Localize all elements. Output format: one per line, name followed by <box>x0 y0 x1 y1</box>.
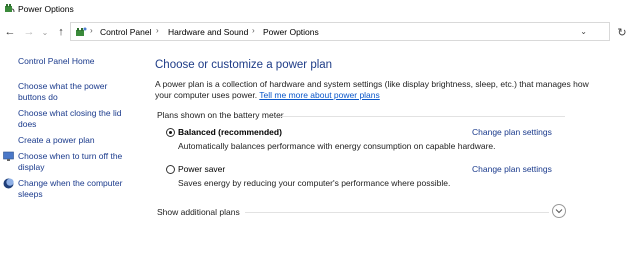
power-plans-help-link[interactable]: Tell me more about power plans <box>259 90 379 100</box>
breadcrumb-hardware-and-sound[interactable]: Hardware and Sound <box>168 27 248 37</box>
display-monitor-icon <box>3 151 14 162</box>
address-bar[interactable]: › Control Panel › Hardware and Sound › P… <box>70 22 610 41</box>
expand-chevron-icon[interactable] <box>552 204 566 218</box>
balanced-change-settings-link[interactable]: Change plan settings <box>472 127 552 137</box>
intro-paragraph: A power plan is a collection of hardware… <box>155 79 595 101</box>
power-buttons-link[interactable]: Choose what the power buttons do <box>18 81 128 103</box>
page-title: Choose or customize a power plan <box>155 59 333 71</box>
title-bar: Power Options <box>0 0 640 18</box>
breadcrumb-separator-icon[interactable]: › <box>90 26 93 35</box>
control-panel-home-link[interactable]: Control Panel Home <box>18 56 95 67</box>
computer-sleeps-link[interactable]: Change when the computer sleeps <box>18 178 133 200</box>
sleep-moon-icon <box>3 178 14 189</box>
additional-plans-divider <box>245 212 549 213</box>
breadcrumb-separator-icon[interactable]: › <box>252 26 255 35</box>
power-saver-plan-description: Saves energy by reducing your computer's… <box>178 178 451 188</box>
power-saver-change-settings-link[interactable]: Change plan settings <box>472 164 552 174</box>
group-label: Plans shown on the battery meter <box>157 110 288 120</box>
forward-arrow-icon[interactable]: → <box>22 24 36 40</box>
left-navigation-pane: Control Panel Home Choose what the power… <box>0 50 140 261</box>
breadcrumb-control-panel[interactable]: Control Panel <box>100 27 152 37</box>
show-additional-plans-label[interactable]: Show additional plans <box>157 207 240 217</box>
refresh-icon[interactable]: ↻ <box>614 24 630 40</box>
balanced-plan-description: Automatically balances performance with … <box>178 141 496 151</box>
group-divider <box>280 116 565 117</box>
breadcrumb-separator-icon[interactable]: › <box>156 26 159 35</box>
control-panel-location-icon <box>75 26 87 38</box>
turn-off-display-link[interactable]: Choose when to turn off the display <box>18 151 133 173</box>
power-options-icon <box>4 3 15 14</box>
balanced-plan-name[interactable]: Balanced (recommended) <box>178 127 282 137</box>
window-title: Power Options <box>18 4 74 14</box>
back-arrow-icon[interactable]: ← <box>3 24 17 40</box>
battery-meter-group-header: Plans shown on the battery meter <box>155 110 565 122</box>
breadcrumb-power-options[interactable]: Power Options <box>263 27 319 37</box>
recent-locations-chevron-icon[interactable]: ⌄ <box>38 24 52 40</box>
up-arrow-icon[interactable]: ↑ <box>54 24 68 40</box>
balanced-radio[interactable] <box>166 128 175 137</box>
closing-lid-link[interactable]: Choose what closing the lid does <box>18 108 128 130</box>
address-dropdown-chevron-icon[interactable]: ⌄ <box>580 27 587 36</box>
navigation-bar: ← → ⌄ ↑ › Control Panel › Hardware and S… <box>0 21 640 43</box>
create-power-plan-link[interactable]: Create a power plan <box>18 135 133 146</box>
power-saver-radio[interactable] <box>166 165 175 174</box>
power-saver-plan-name[interactable]: Power saver <box>178 164 225 174</box>
